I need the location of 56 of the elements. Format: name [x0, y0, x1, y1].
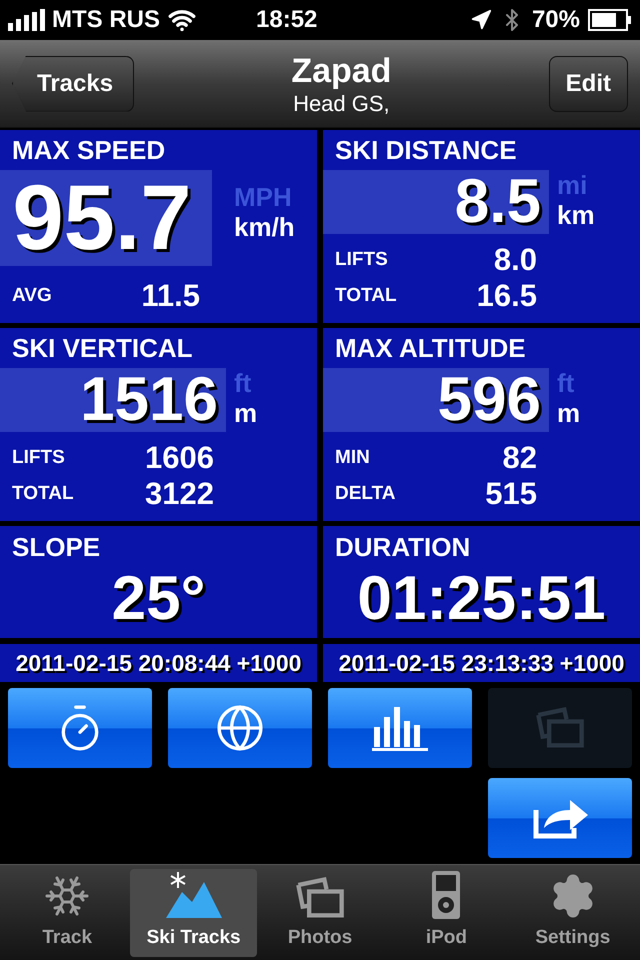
row-label: LIFTS — [335, 248, 388, 272]
card-value: 8.5 — [454, 170, 541, 234]
row-value: 8.0 — [494, 240, 537, 279]
row-label: TOTAL — [335, 284, 397, 308]
row-label: TOTAL — [12, 482, 74, 506]
card-title: SKI VERTICAL — [11, 332, 194, 365]
globe-icon — [215, 703, 265, 753]
signal-icon — [8, 9, 48, 31]
tab[interactable]: iPod — [383, 868, 510, 956]
card-value: 1516 — [80, 368, 218, 432]
timestamp: 2011-02-15 23:13:33 +1000 — [323, 644, 640, 682]
row-label: MIN — [335, 446, 370, 470]
card-value: 95.7 — [11, 170, 193, 266]
row-value: 82 — [502, 438, 537, 477]
photos-icon — [294, 876, 346, 920]
tab[interactable]: Ski Tracks — [130, 868, 257, 956]
nav-subtitle: Head GS, — [293, 90, 390, 116]
battery-icon — [588, 9, 632, 31]
tab[interactable]: Photos — [256, 868, 384, 956]
row-value: 1606 — [145, 438, 214, 477]
mountain-icon — [164, 870, 224, 920]
row-label: DELTA — [335, 482, 396, 506]
row-label: AVG — [12, 284, 52, 308]
unit-option[interactable]: km/h — [234, 212, 295, 242]
ipod-icon — [431, 870, 462, 920]
unit-option[interactable]: m — [234, 398, 258, 428]
stopwatch-button[interactable] — [8, 688, 152, 768]
photos-icon — [534, 706, 586, 750]
unit-option[interactable]: m — [557, 398, 580, 428]
card-value: 01:25:51 — [357, 564, 606, 634]
card-value: 596 — [438, 368, 541, 432]
share-button[interactable] — [488, 778, 632, 858]
row-value: 11.5 — [141, 276, 200, 315]
card-value: 25° — [112, 564, 206, 634]
row-value: 515 — [485, 474, 537, 513]
globe-button[interactable] — [168, 688, 312, 768]
chart-button[interactable] — [328, 688, 472, 768]
battery-percent: 70% — [532, 5, 580, 35]
row-label: LIFTS — [12, 446, 65, 470]
card-title: SKI DISTANCE — [334, 134, 518, 167]
row-value: 3122 — [145, 474, 214, 513]
nav-title: Zapad — [291, 50, 392, 90]
unit-option[interactable]: km — [557, 200, 595, 230]
status-time: 18:52 — [256, 5, 318, 35]
card-title: MAX SPEED — [11, 134, 166, 167]
timestamp: 2011-02-15 20:08:44 +1000 — [0, 644, 317, 682]
card-title: MAX ALTITUDE — [334, 332, 527, 365]
row-value: 16.5 — [476, 276, 537, 315]
tab[interactable]: Track — [4, 868, 130, 956]
edit-button[interactable]: Edit — [548, 56, 628, 112]
location-icon — [470, 9, 492, 31]
card-title: DURATION — [335, 531, 472, 564]
back-button[interactable]: Tracks — [12, 56, 134, 112]
carrier-name: MTS RUS — [52, 5, 160, 35]
tab[interactable]: Settings — [510, 868, 636, 956]
card-title: SLOPE — [12, 531, 102, 564]
